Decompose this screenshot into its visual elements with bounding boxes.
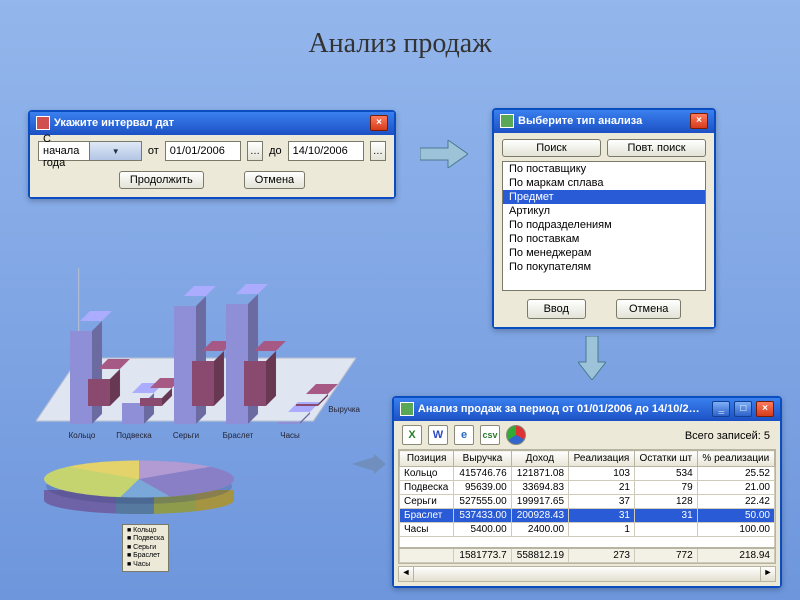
to-date-picker-button[interactable]: …	[370, 141, 386, 161]
legend-item: ■ Кольцо	[127, 527, 164, 535]
analysis-type-dialog: Выберите тип анализа × Поиск Повт. поиск…	[492, 108, 716, 329]
cancel-button[interactable]: Отмена	[244, 171, 305, 189]
from-label: от	[148, 145, 159, 157]
list-item[interactable]: По маркам сплава	[503, 176, 705, 190]
date-preset-dropdown[interactable]: С начала года ▼	[38, 141, 142, 161]
close-icon[interactable]: ×	[756, 401, 774, 417]
x-category-label: Серьги	[160, 431, 212, 440]
excel-icon[interactable]: X	[402, 425, 422, 445]
legend-item: ■ Браслет	[127, 552, 164, 560]
list-item[interactable]: По покупателям	[503, 260, 705, 274]
list-item[interactable]: По поставкам	[503, 232, 705, 246]
scroll-right-icon[interactable]: ►	[760, 567, 775, 581]
table-row[interactable]: Серьги527555.00199917.653712822.42	[400, 495, 775, 509]
from-date-input[interactable]	[165, 141, 241, 161]
window-title: Анализ продаж за период от 01/01/2006 до…	[418, 403, 705, 415]
legend-item: ■ Часы	[127, 561, 164, 569]
table-row[interactable]: Подвеска95639.0033694.83217921.00	[400, 481, 775, 495]
total-records-label: Всего записей: 5	[685, 430, 776, 442]
column-header[interactable]: Доход	[511, 451, 568, 467]
to-date-input[interactable]	[288, 141, 364, 161]
pie-icon[interactable]	[506, 425, 526, 445]
column-header[interactable]: % реализации	[697, 451, 774, 467]
scroll-left-icon[interactable]: ◄	[399, 567, 414, 581]
sales-report-window: Анализ продаж за период от 01/01/2006 до…	[392, 396, 782, 588]
bar-legend: Выручка	[328, 405, 360, 414]
date-interval-dialog: Укажите интервал дат × С начала года ▼ о…	[28, 110, 396, 199]
close-icon[interactable]: ×	[370, 115, 388, 131]
app-icon	[36, 116, 50, 130]
app-icon	[400, 402, 414, 416]
csv-icon[interactable]: csv	[480, 425, 500, 445]
flow-arrow-small	[352, 454, 386, 474]
x-category-label: Часы	[264, 431, 316, 440]
column-header[interactable]: Остатки шт	[634, 451, 697, 467]
analysis-type-list[interactable]: По поставщикуПо маркам сплаваПредметАрти…	[502, 161, 706, 291]
column-header[interactable]: Реализация	[569, 451, 635, 467]
window-title: Укажите интервал дат	[54, 117, 174, 129]
to-label: до	[269, 145, 282, 157]
legend-item: ■ Подвеска	[127, 535, 164, 543]
list-item[interactable]: По менеджерам	[503, 246, 705, 260]
legend-item: ■ Серьги	[127, 544, 164, 552]
cancel-button[interactable]: Отмена	[616, 299, 681, 319]
totals-row: 1581773.7558812.19273772218.94	[400, 548, 775, 563]
word-icon[interactable]: W	[428, 425, 448, 445]
flow-arrow-down	[578, 336, 606, 380]
list-item[interactable]: Артикул	[503, 204, 705, 218]
minimize-icon[interactable]: ‗	[712, 401, 730, 417]
flow-arrow-right	[420, 140, 468, 168]
page-title: Анализ продаж	[0, 28, 800, 60]
x-category-label: Кольцо	[56, 431, 108, 440]
search-button[interactable]: Поиск	[502, 139, 601, 157]
continue-button[interactable]: Продолжить	[119, 171, 204, 189]
maximize-icon[interactable]: □	[734, 401, 752, 417]
list-item[interactable]: Предмет	[503, 190, 705, 204]
table-row[interactable]: Часы5400.002400.001100.00	[400, 523, 775, 537]
pie-chart: ■ Кольцо■ Подвеска■ Серьги■ Браслет■ Час…	[44, 444, 274, 584]
x-category-label: Подвеска	[108, 431, 160, 440]
list-item[interactable]: По подразделениям	[503, 218, 705, 232]
pie-legend: ■ Кольцо■ Подвеска■ Серьги■ Браслет■ Час…	[122, 524, 169, 572]
list-item[interactable]: По поставщику	[503, 162, 705, 176]
column-header[interactable]: Позиция	[400, 451, 454, 467]
close-icon[interactable]: ×	[690, 113, 708, 129]
window-title: Выберите тип анализа	[518, 115, 642, 127]
chevron-down-icon: ▼	[89, 142, 140, 160]
x-category-label: Браслет	[212, 431, 264, 440]
date-preset-value: С начала года	[39, 133, 89, 169]
export-toolbar: X W e csv	[398, 423, 530, 449]
report-table[interactable]: ПозицияВыручкаДоходРеализацияОстатки шт%…	[399, 450, 775, 563]
bar-chart: КольцоПодвескаСерьгиБраслетЧасы Выручка	[36, 268, 356, 448]
ok-button[interactable]: Ввод	[527, 299, 586, 319]
from-date-picker-button[interactable]: …	[247, 141, 263, 161]
table-row[interactable]: Кольцо415746.76121871.0810353425.52	[400, 467, 775, 481]
table-row[interactable]: Браслет537433.00200928.43313150.00	[400, 509, 775, 523]
search-again-button[interactable]: Повт. поиск	[607, 139, 706, 157]
column-header[interactable]: Выручка	[454, 451, 511, 467]
app-icon	[500, 114, 514, 128]
ie-icon[interactable]: e	[454, 425, 474, 445]
